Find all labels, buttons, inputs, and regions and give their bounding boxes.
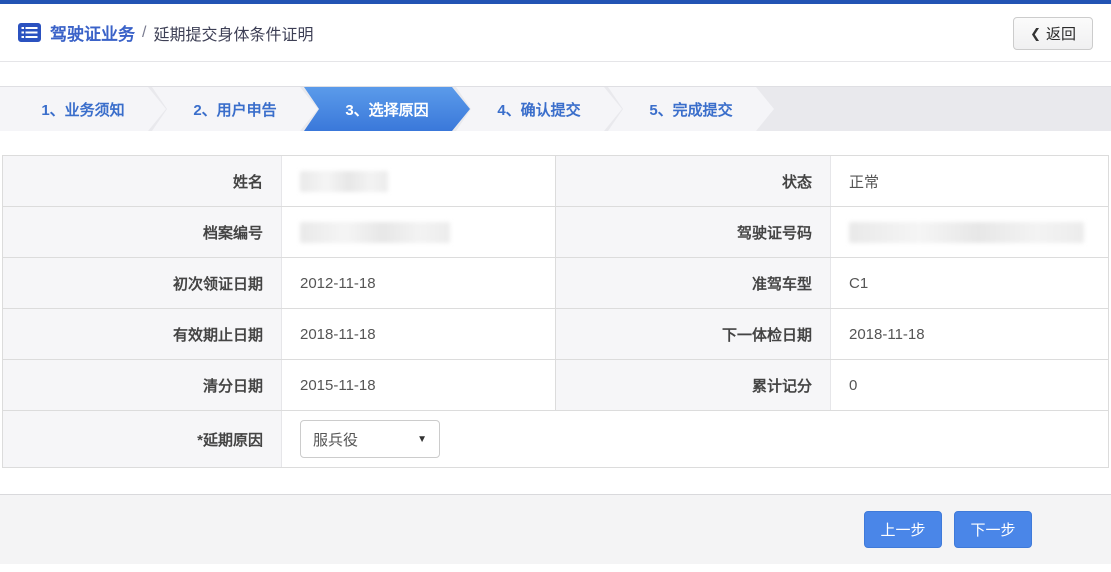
deferral-reason-selected: 服兵役 [313,431,359,449]
table-row: 档案编号 驾驶证号码 [3,207,1108,258]
breadcrumb-separator: / [142,23,147,41]
table-row: 姓名 状态 正常 [3,156,1108,207]
caret-down-icon: ▼ [417,433,427,445]
breadcrumb-root[interactable]: 驾驶证业务 [50,20,135,45]
breadcrumb-current: 延期提交身体条件证明 [153,26,314,44]
header: 驾驶证业务 / 延期提交身体条件证明 ❮ 返回 [0,4,1111,62]
prev-step-button[interactable]: 上一步 [864,511,942,548]
field-value-points-clear-date: 2015-11-18 [282,360,556,410]
table-row: 有效期止日期 2018-11-18 下一体检日期 2018-11-18 [3,309,1108,360]
field-value-accumulated-points: 0 [849,376,858,394]
field-value-file-number [282,207,556,257]
field-label-points-clear-date: 清分日期 [3,360,282,410]
wizard-step-1[interactable]: 1、业务须知 [0,87,166,131]
footer-action-bar: 上一步 下一步 [0,494,1111,564]
field-label-status: 状态 [556,156,831,206]
wizard-step-5[interactable]: 5、完成提交 [608,87,774,131]
deferral-reason-select[interactable]: 服兵役 ▼ [300,420,440,458]
field-value-license-number [831,207,1108,257]
wizard-step-2-label: 2、用户申告 [193,101,277,119]
table-row: 清分日期 2015-11-18 累计记分 0 [3,360,1108,411]
license-info-table: 姓名 状态 正常 档案编号 驾驶证号码 初次领证日期 2012-11-18 准驾… [2,155,1109,468]
wizard-step-4[interactable]: 4、确认提交 [456,87,622,131]
wizard-step-5-label: 5、完成提交 [649,101,733,119]
field-value-next-checkup-date: 2018-11-18 [849,325,925,343]
wizard-step-3[interactable]: 3、选择原因 [304,87,470,131]
field-value-name [282,156,556,206]
field-label-expiry-date: 有效期止日期 [3,309,282,359]
field-label-accumulated-points: 累计记分 [556,360,831,410]
field-label-vehicle-class: 准驾车型 [556,258,831,308]
list-icon [18,23,41,42]
field-label-deferral-reason: *延期原因 [3,411,282,467]
field-value-expiry-date: 2018-11-18 [282,309,556,359]
wizard-step-2[interactable]: 2、用户申告 [152,87,318,131]
chevron-left-icon: ❮ [1030,25,1041,41]
next-step-button[interactable]: 下一步 [954,511,1032,548]
wizard-step-4-label: 4、确认提交 [497,101,581,119]
field-label-file-number: 档案编号 [3,207,282,257]
redacted-value [300,221,450,243]
field-value-status: 正常 [849,173,880,191]
wizard-step-3-label: 3、选择原因 [345,101,429,119]
field-label-next-checkup-date: 下一体检日期 [556,309,831,359]
table-row: 初次领证日期 2012-11-18 准驾车型 C1 [3,258,1108,309]
back-button-label: 返回 [1045,26,1076,43]
table-row-deferral-reason: *延期原因 服兵役 ▼ [3,411,1108,467]
field-value-vehicle-class: C1 [849,274,869,292]
wizard-step-1-label: 1、业务须知 [41,101,125,119]
redacted-value [849,221,1084,243]
back-button[interactable]: ❮ 返回 [1013,17,1093,50]
step-wizard: 1、业务须知 2、用户申告 3、选择原因 4、确认提交 5、完成提交 [0,86,1111,131]
field-value-deferral-reason: 服兵役 ▼ [282,411,1108,467]
field-value-first-issue-date: 2012-11-18 [282,258,556,308]
field-label-name: 姓名 [3,156,282,206]
redacted-value [300,170,388,192]
field-label-first-issue-date: 初次领证日期 [3,258,282,308]
field-label-license-number: 驾驶证号码 [556,207,831,257]
